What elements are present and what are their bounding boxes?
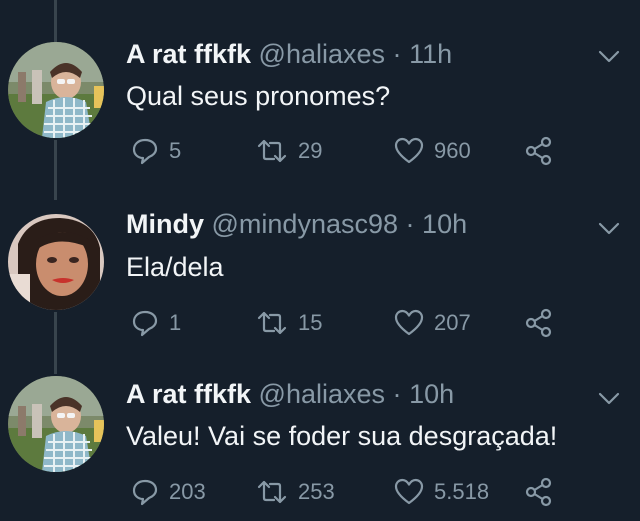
speech-bubble-icon bbox=[132, 479, 158, 506]
share-nodes-icon bbox=[525, 136, 552, 166]
retweet-button[interactable]: 253 bbox=[256, 477, 335, 507]
tweet-header: A rat ffkfk @haliaxes · 10h bbox=[126, 378, 454, 410]
tweet-text: Qual seus pronomes? bbox=[126, 81, 391, 111]
display-name[interactable]: A rat ffkfk bbox=[126, 39, 251, 69]
heart-outline-icon bbox=[394, 309, 424, 336]
retweet-count: 15 bbox=[298, 310, 323, 335]
heart-outline-icon bbox=[394, 137, 424, 164]
share-nodes-icon bbox=[525, 477, 552, 507]
chevron-down-icon[interactable] bbox=[598, 392, 620, 406]
user-handle[interactable]: @mindynasc98 bbox=[212, 209, 399, 239]
retweet-arrows-icon bbox=[257, 480, 287, 504]
share-button[interactable] bbox=[524, 308, 554, 338]
heart-outline-icon bbox=[394, 478, 424, 505]
like-count: 960 bbox=[434, 138, 471, 163]
reply-button[interactable]: 5 bbox=[131, 136, 181, 166]
retweet-button[interactable]: 29 bbox=[256, 136, 322, 166]
reply-count: 203 bbox=[169, 479, 206, 504]
avatar[interactable] bbox=[8, 42, 104, 138]
tweet-header: Mindy @mindynasc98 · 10h bbox=[126, 208, 467, 240]
avatar[interactable] bbox=[8, 214, 104, 310]
like-count: 5.518 bbox=[434, 479, 490, 504]
tweet-text: Valeu! Vai se foder sua desgraçada! bbox=[126, 421, 558, 451]
action-bar: 1 15 207 bbox=[126, 308, 626, 338]
share-nodes-icon bbox=[525, 308, 552, 338]
separator-dot: · bbox=[405, 209, 415, 239]
reply-button[interactable]: 1 bbox=[131, 308, 181, 338]
tweet[interactable]: A rat ffkfk @haliaxes · 11h Qual seus pr… bbox=[0, 0, 640, 185]
tweet-header: A rat ffkfk @haliaxes · 11h bbox=[126, 38, 452, 70]
separator-dot: · bbox=[392, 39, 402, 69]
tweet-text: Ela/dela bbox=[126, 252, 224, 282]
user-handle[interactable]: @haliaxes bbox=[259, 379, 385, 409]
like-count: 207 bbox=[434, 310, 471, 335]
reply-button[interactable]: 203 bbox=[131, 477, 206, 507]
display-name[interactable]: Mindy bbox=[126, 209, 204, 239]
reply-count: 1 bbox=[169, 310, 182, 335]
timestamp[interactable]: 10h bbox=[422, 209, 467, 239]
share-button[interactable] bbox=[524, 136, 554, 166]
separator-dot: · bbox=[392, 379, 402, 409]
retweet-count: 29 bbox=[298, 138, 323, 163]
retweet-arrows-icon bbox=[257, 311, 287, 335]
like-button[interactable]: 960 bbox=[394, 136, 471, 166]
action-bar: 203 253 5.518 bbox=[126, 477, 626, 507]
avatar[interactable] bbox=[8, 376, 104, 472]
retweet-button[interactable]: 15 bbox=[256, 308, 322, 338]
chevron-down-icon[interactable] bbox=[598, 222, 620, 236]
tweet[interactable]: A rat ffkfk @haliaxes · 10h Valeu! Vai s… bbox=[0, 360, 640, 521]
timestamp[interactable]: 11h bbox=[409, 39, 452, 69]
retweet-count: 253 bbox=[298, 479, 335, 504]
user-handle[interactable]: @haliaxes bbox=[259, 39, 385, 69]
chevron-down-icon[interactable] bbox=[598, 50, 620, 64]
speech-bubble-icon bbox=[132, 138, 158, 165]
display-name[interactable]: A rat ffkfk bbox=[126, 379, 251, 409]
speech-bubble-icon bbox=[132, 310, 158, 337]
reply-count: 5 bbox=[169, 138, 182, 163]
timestamp[interactable]: 10h bbox=[409, 379, 454, 409]
tweet[interactable]: Mindy @mindynasc98 · 10h Ela/dela 1 15 2… bbox=[0, 185, 640, 360]
like-button[interactable]: 207 bbox=[394, 308, 471, 338]
retweet-arrows-icon bbox=[257, 139, 287, 163]
action-bar: 5 29 960 bbox=[126, 136, 626, 166]
like-button[interactable]: 5.518 bbox=[394, 477, 489, 507]
share-button[interactable] bbox=[524, 477, 554, 507]
